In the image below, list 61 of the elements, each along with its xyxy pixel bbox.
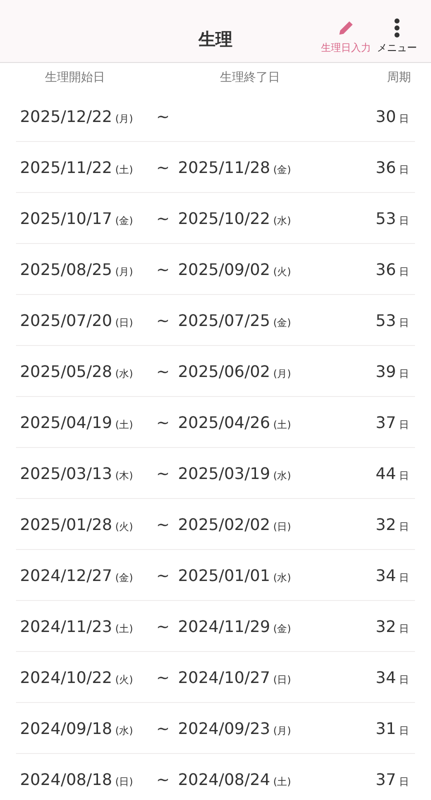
cycle-days: 53 日	[376, 310, 409, 330]
end-date: 2025/10/22 (水)	[178, 208, 292, 228]
end-date: 2025/11/28 (金)	[178, 158, 292, 176]
tilde-separator: ~	[155, 362, 171, 380]
end-date: 2025/02/02 (日)	[178, 514, 292, 534]
end-date: 2025/03/19 (水)	[178, 464, 292, 482]
menu-button[interactable]: メニュー	[377, 18, 417, 55]
cycle-days: 30 日	[376, 106, 409, 126]
cycle-days: 44 日	[376, 464, 409, 482]
end-date: 2024/09/23 (月)	[178, 718, 292, 738]
column-header: 周期	[387, 68, 411, 86]
start-date: 2024/12/27 (金)	[19, 566, 134, 584]
tilde-separator: ~	[155, 158, 171, 176]
start-date: 2024/08/18 (日)	[19, 770, 134, 788]
cycle-days: 36 日	[376, 260, 409, 278]
tilde-separator: ~	[155, 514, 171, 534]
start-date: 2025/03/13 (木)	[19, 464, 134, 482]
end-date: 2025/04/26 (土)	[178, 412, 292, 432]
page-title: 生理	[198, 28, 232, 50]
tilde-separator: ~	[155, 208, 171, 228]
start-date: 2025/05/28 (水)	[19, 362, 134, 380]
cycle-days: 32 日	[376, 616, 409, 636]
start-date: 2025/08/25 (月)	[19, 260, 134, 278]
tilde-separator: ~	[155, 464, 171, 482]
cycle-days: 36 日	[376, 158, 409, 176]
end-date: 2025/06/02 (月)	[178, 362, 292, 380]
cycle-days: 39 日	[376, 362, 409, 380]
tilde-separator: ~	[155, 106, 171, 126]
start-date: 2025/01/28 (火)	[19, 514, 134, 534]
end-date: 2024/11/29 (金)	[178, 616, 292, 636]
tilde-separator: ~	[155, 412, 171, 432]
tilde-separator: ~	[155, 770, 171, 788]
cycle-days: 53 日	[376, 208, 409, 228]
cycle-days: 34 日	[376, 668, 409, 686]
start-date: 2025/07/20 (日)	[19, 310, 134, 330]
cycle-days: 37 日	[376, 412, 409, 432]
start-date: 2025/11/22 (土)	[19, 158, 134, 176]
start-date: 2025/10/17 (金)	[19, 208, 134, 228]
tilde-separator: ~	[155, 718, 171, 738]
start-date: 2025/12/22 (月)	[19, 106, 134, 126]
start-date: 2024/10/22 (火)	[19, 668, 134, 686]
tilde-separator: ~	[155, 668, 171, 686]
cycle-days: 34 日	[376, 566, 409, 584]
cycle-days: 32 日	[376, 514, 409, 534]
tilde-separator: ~	[155, 616, 171, 636]
end-date: 2025/07/25 (金)	[178, 310, 292, 330]
column-header: 生理開始日	[44, 68, 106, 86]
end-date: 2025/09/02 (火)	[178, 260, 292, 278]
tilde-separator: ~	[155, 566, 171, 584]
tilde-separator: ~	[155, 260, 171, 278]
cycle-days: 37 日	[376, 770, 409, 788]
column-header: 生理終了日	[219, 68, 281, 86]
tilde-separator: ~	[155, 310, 171, 330]
end-date: 2024/08/24 (土)	[178, 770, 292, 788]
cycle-days: 31 日	[376, 718, 409, 738]
start-date: 2024/11/23 (土)	[19, 616, 134, 636]
more-icon	[394, 18, 400, 38]
start-date: 2025/04/19 (土)	[19, 412, 134, 432]
start-date: 2024/09/18 (水)	[19, 718, 134, 738]
end-date: 2025/01/01 (水)	[178, 566, 292, 584]
end-date: 2024/10/27 (日)	[178, 668, 292, 686]
